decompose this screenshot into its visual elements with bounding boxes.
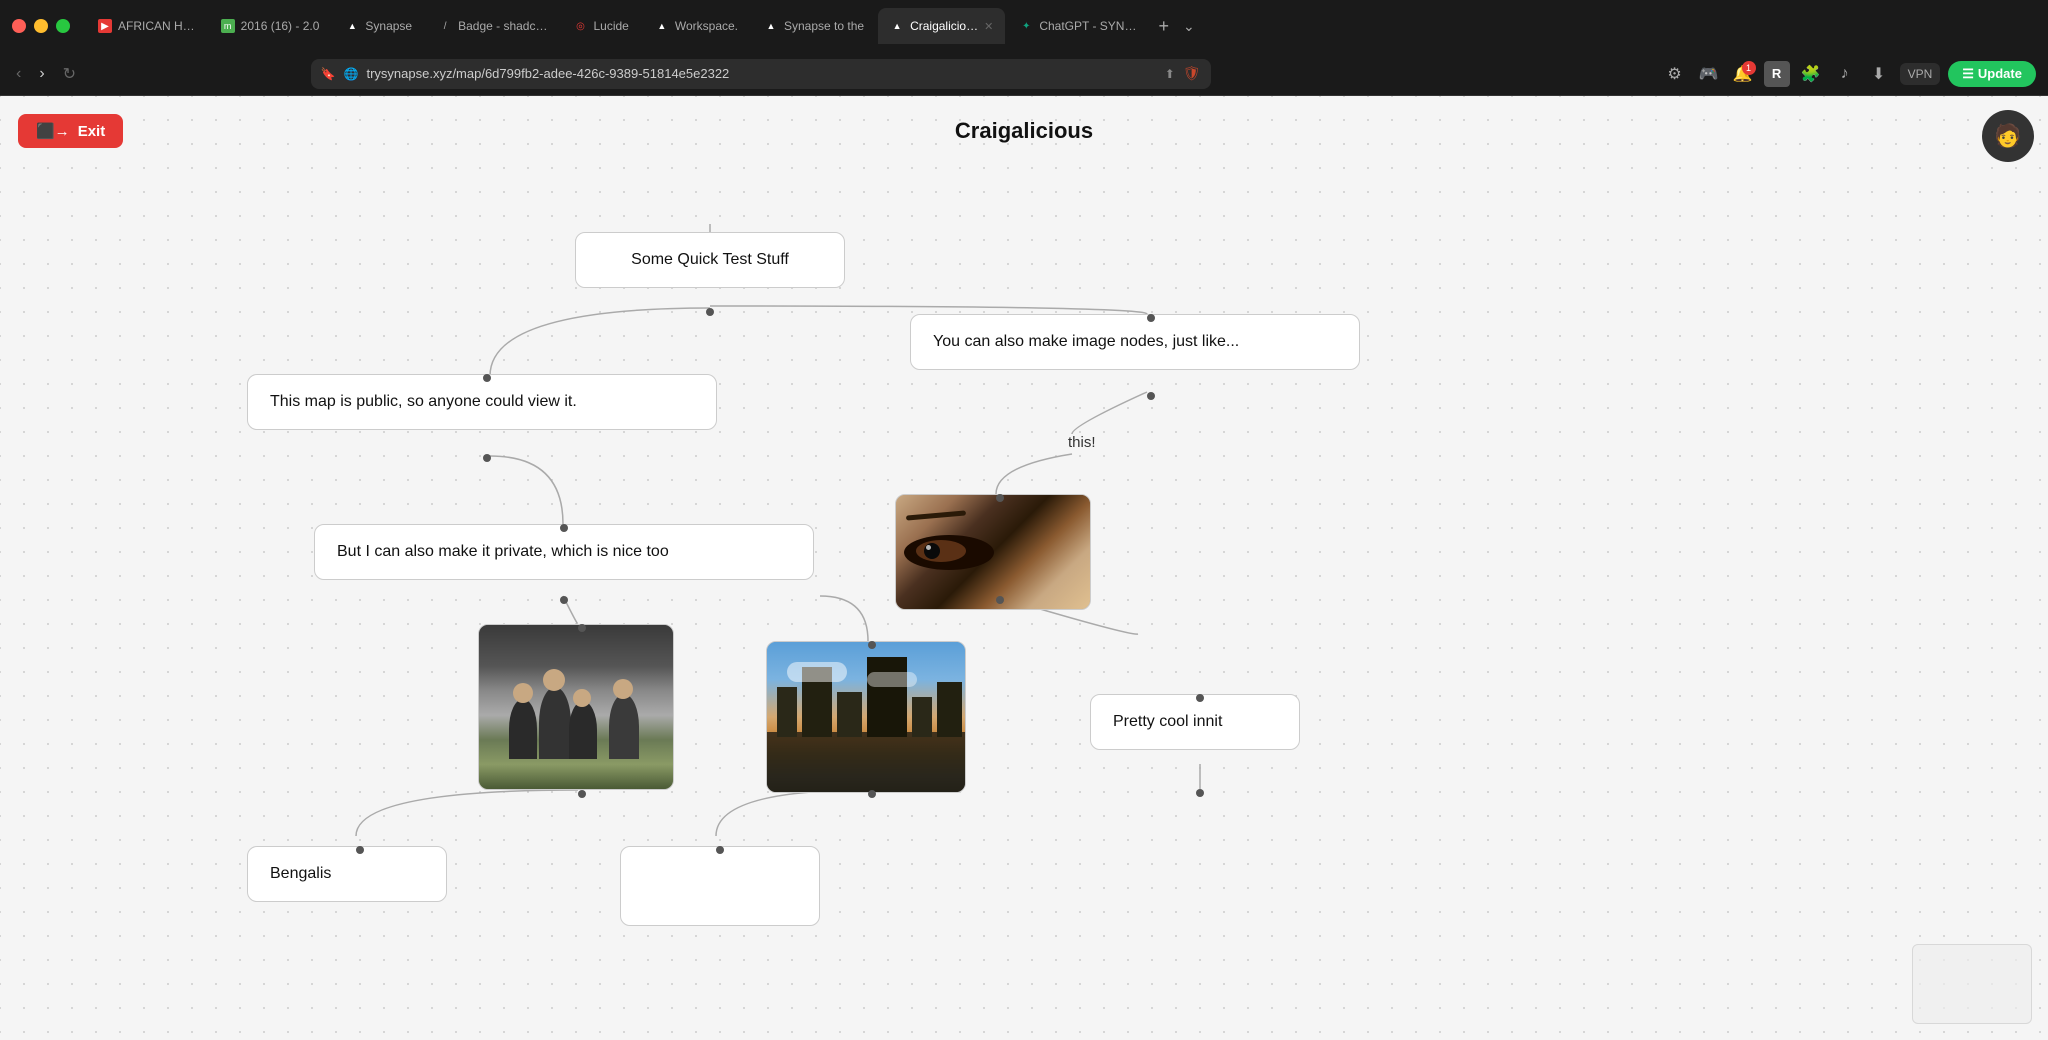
tabs-overflow-icon[interactable]: ⌄ [1183, 18, 1195, 35]
tab-close-icon[interactable]: ✕ [984, 20, 993, 33]
toolbar-right: ⚙ 🎮 🔔 1 R 🧩 ♪ ⬇ VPN ☰ Update [1662, 61, 2036, 87]
connector-dot [1196, 789, 1204, 797]
map-canvas[interactable]: ⬛→ Exit Craigalicious 🧑 Some Quick Test … [0, 96, 2048, 1040]
node-eyes[interactable] [895, 494, 1091, 610]
node-bengalis[interactable]: Bengalis [247, 846, 447, 902]
connector-dot [706, 308, 714, 316]
tab-badge[interactable]: / Badge - shadc… [426, 8, 559, 44]
maximize-button[interactable] [56, 19, 70, 33]
extension-r-icon[interactable]: R [1764, 61, 1790, 87]
connector-dot [1147, 314, 1155, 322]
title-bar: ▶ AFRICAN H… m 2016 (16) - 2.0 ▲ Synapse… [0, 0, 2048, 52]
connector-dot [356, 846, 364, 854]
vpn-button[interactable]: VPN [1900, 63, 1941, 85]
tab-label: ChatGPT - SYN… [1039, 19, 1136, 33]
tab-favicon: ▲ [655, 19, 669, 33]
tab-african[interactable]: ▶ AFRICAN H… [86, 8, 207, 44]
extension-icon-1[interactable]: ⚙ [1662, 61, 1688, 87]
address-bar: ‹ › ↻ 🔖 🌐 trysynapse.xyz/map/6d799fb2-ad… [0, 52, 2048, 96]
shield-icon: 🛡 [1183, 65, 1201, 82]
tab-label: Synapse [365, 19, 412, 33]
tab-label: Workspace. [675, 19, 738, 33]
tab-chatgpt[interactable]: ✦ ChatGPT - SYN… [1007, 8, 1148, 44]
connector-dot [868, 790, 876, 798]
tab-label: Synapse to the [784, 19, 864, 33]
traffic-lights [12, 19, 70, 33]
node-private[interactable]: But I can also make it private, which is… [314, 524, 814, 580]
exit-button[interactable]: ⬛→ Exit [18, 114, 123, 148]
tab-label: 2016 (16) - 2.0 [241, 19, 320, 33]
close-button[interactable] [12, 19, 26, 33]
tab-favicon: ▲ [345, 19, 359, 33]
new-tab-button[interactable]: + [1150, 16, 1177, 37]
tab-label: Lucide [593, 19, 628, 33]
tab-synapse[interactable]: ▲ Synapse [333, 8, 424, 44]
connector-dot [578, 624, 586, 632]
minimize-button[interactable] [34, 19, 48, 33]
lock-icon: 🌐 [344, 67, 359, 81]
tab-craigalicious[interactable]: ▲ Craigalicio… ✕ [878, 8, 1005, 44]
this-label: this! [1068, 434, 1096, 451]
tab-favicon: ◎ [573, 19, 587, 33]
url-display: trysynapse.xyz/map/6d799fb2-adee-426c-93… [366, 66, 1156, 81]
extension-icon-2[interactable]: 🎮 [1696, 61, 1722, 87]
bookmark-icon: 🔖 [321, 67, 336, 81]
exit-label: Exit [78, 123, 106, 140]
map-title: Craigalicious [955, 118, 1093, 144]
node-bottom[interactable] [620, 846, 820, 926]
connector-dot [868, 641, 876, 649]
connector-dot [996, 596, 1004, 604]
tab-label: AFRICAN H… [118, 19, 195, 33]
forward-button[interactable]: › [35, 61, 48, 87]
connector-dot [560, 596, 568, 604]
tab-lucide[interactable]: ◎ Lucide [561, 8, 640, 44]
tab-favicon: ✦ [1019, 19, 1033, 33]
tab-favicon: / [438, 19, 452, 33]
node-group-photo[interactable] [478, 624, 674, 790]
back-button[interactable]: ‹ [12, 61, 25, 87]
node-public[interactable]: This map is public, so anyone could view… [247, 374, 717, 430]
exit-icon: ⬛→ [36, 122, 70, 140]
node-quick-test[interactable]: Some Quick Test Stuff [575, 232, 845, 288]
tab-label: Badge - shadc… [458, 19, 547, 33]
reload-button[interactable]: ↻ [59, 60, 80, 88]
user-avatar[interactable]: 🧑 [1982, 110, 2034, 162]
tab-label: Craigalicio… [910, 19, 978, 33]
connector-dot [578, 790, 586, 798]
update-button[interactable]: ☰ Update [1948, 61, 2036, 87]
download-icon[interactable]: ⬇ [1866, 61, 1892, 87]
address-box[interactable]: 🔖 🌐 trysynapse.xyz/map/6d799fb2-adee-426… [311, 59, 1211, 89]
update-icon: ☰ [1962, 66, 1974, 82]
tab-workspace[interactable]: ▲ Workspace. [643, 8, 750, 44]
share-icon: ⬆ [1165, 67, 1175, 81]
connector-dot [483, 374, 491, 382]
node-pretty-cool[interactable]: Pretty cool innit [1090, 694, 1300, 750]
tab-synapse-to[interactable]: ▲ Synapse to the [752, 8, 876, 44]
connector-dot [996, 494, 1004, 502]
puzzle-icon[interactable]: 🧩 [1798, 61, 1824, 87]
tab-favicon: m [221, 19, 235, 33]
tab-2016[interactable]: m 2016 (16) - 2.0 [209, 8, 332, 44]
connector-dot [1196, 694, 1204, 702]
connector-dot [1147, 392, 1155, 400]
minimap[interactable] [1912, 944, 2032, 1024]
tab-favicon: ▲ [764, 19, 778, 33]
tab-favicon: ▲ [890, 19, 904, 33]
node-city[interactable] [766, 641, 966, 793]
connector-dot [560, 524, 568, 532]
tabs-bar: ▶ AFRICAN H… m 2016 (16) - 2.0 ▲ Synapse… [86, 8, 2036, 44]
notification-icon[interactable]: 🔔 1 [1730, 61, 1756, 87]
connector-dot [716, 846, 724, 854]
tab-favicon: ▶ [98, 19, 112, 33]
music-icon[interactable]: ♪ [1832, 61, 1858, 87]
connector-dot [483, 454, 491, 462]
node-image-nodes[interactable]: You can also make image nodes, just like… [910, 314, 1360, 370]
